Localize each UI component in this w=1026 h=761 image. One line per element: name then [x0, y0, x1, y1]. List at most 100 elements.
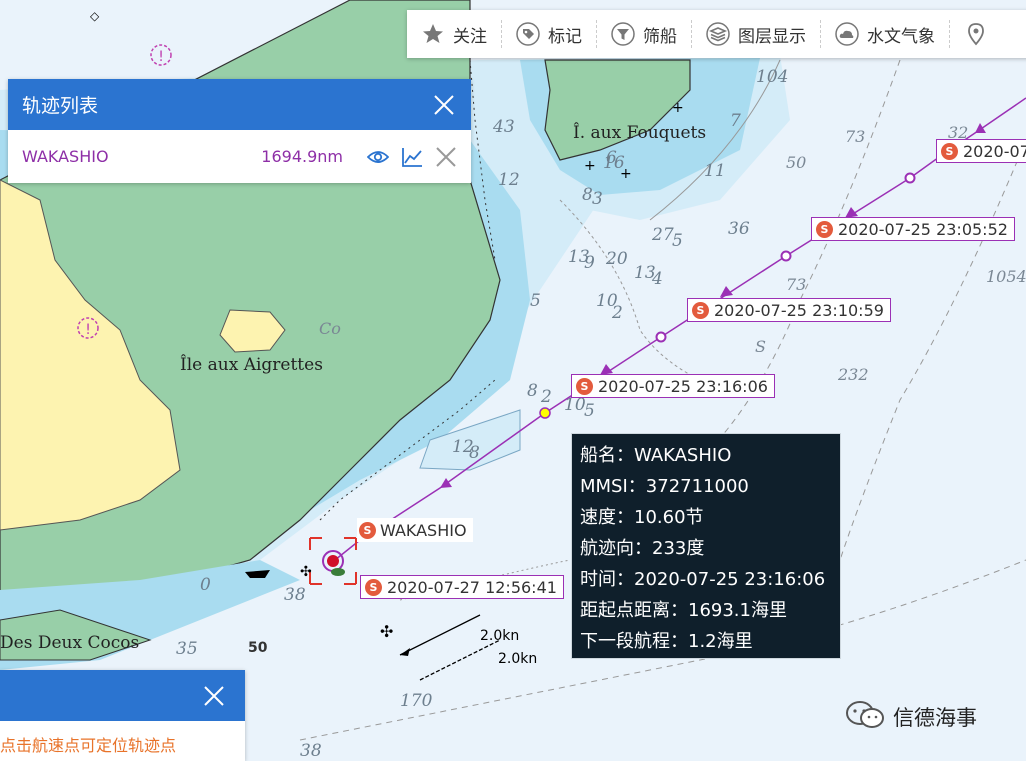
layers-icon [706, 22, 730, 46]
ship-icon: S [359, 521, 376, 539]
location-pin-icon [964, 22, 988, 46]
top-toolbar: 关注 标记 筛船 图层显示 水文气象 [407, 10, 1026, 58]
sounding: 0 [200, 575, 211, 595]
svg-text:!: ! [158, 49, 164, 65]
sounding: 2 [611, 303, 623, 323]
place-name-fouquets: Î. aux Fouquets [573, 122, 706, 143]
sounding: 50 [786, 153, 806, 172]
watermark: 信德海事 [845, 700, 977, 734]
speed-point-icon: S [941, 142, 958, 160]
sounding: 8 [469, 443, 480, 463]
speed-point-icon: S [365, 578, 382, 596]
close-icon[interactable] [433, 94, 455, 116]
track-time-label[interactable]: S 2020-07-25 23:05:52 [811, 217, 1015, 241]
sounding: 232 [837, 365, 869, 384]
sounding: 35 [176, 639, 198, 659]
track-distance: 1694.9nm [261, 147, 343, 166]
sounding: 5 [584, 401, 595, 421]
sounding: 5 [672, 231, 683, 251]
rock-icon: ◇ [90, 9, 100, 23]
tooltip-speed: 速度：10.60节 [580, 507, 704, 528]
track-list-item[interactable]: WAKASHIO 1694.9nm [8, 130, 471, 183]
sounding: 20 [605, 249, 628, 269]
ship-name-label[interactable]: S WAKASHIO [357, 518, 473, 542]
cloud-icon [835, 22, 859, 46]
track-list-title: 轨迹列表 [22, 95, 99, 117]
track-time-label[interactable]: S 2020-07-25 23:16:06 [571, 374, 775, 398]
sounding: 73 [786, 275, 806, 294]
sounding: 104 [756, 67, 788, 87]
speed-point-icon: S [692, 301, 709, 319]
toolbar-label: 筛船 [643, 26, 677, 47]
toolbar-label: 图层显示 [738, 26, 806, 47]
hint-panel-header [0, 670, 245, 721]
wechat-icon [845, 700, 885, 734]
current-speed-label: 2.0kn [498, 651, 537, 667]
depth-contour-label: 50 [248, 640, 268, 656]
track-list-header: 轨迹列表 [8, 79, 471, 130]
svg-text:!: ! [85, 322, 91, 338]
track-time-label[interactable]: S 2020-07 [936, 139, 1026, 163]
sounding: 38 [284, 585, 306, 605]
tag-icon [516, 22, 540, 46]
sounding: 10 [564, 395, 586, 415]
current-speed-label: 2.0kn [480, 628, 519, 644]
sounding: 8 [527, 381, 538, 401]
sounding: 5 [530, 291, 541, 311]
toolbar-location-button[interactable] [950, 20, 1010, 48]
tooltip-next-leg: 下一段航程：1.2海里 [580, 631, 753, 652]
close-icon[interactable] [435, 146, 457, 168]
sounding: 9 [584, 253, 595, 273]
sounding: S [755, 337, 766, 356]
toolbar-label: 标记 [548, 26, 582, 47]
place-name-aigrettes: Île aux Aigrettes [180, 354, 323, 375]
sounding: 7 [730, 111, 741, 131]
sounding: 1054 [986, 267, 1026, 286]
obstruction-icon: ✣ [380, 622, 393, 641]
track-list-panel: 轨迹列表 WAKASHIO 1694.9nm [8, 79, 471, 183]
toolbar-filter-button[interactable]: 筛船 [597, 20, 692, 48]
sounding: 27 [651, 225, 674, 245]
tooltip-mmsi: MMSI：372711000 [580, 476, 749, 497]
selected-track-point[interactable] [539, 407, 551, 419]
track-ship-name: WAKASHIO [22, 147, 109, 166]
sounding: Co [319, 319, 341, 338]
place-name-deux-cocos: Des Deux Cocos [0, 633, 139, 653]
track-point[interactable] [780, 250, 792, 262]
star-icon [421, 22, 445, 46]
track-point[interactable] [655, 331, 667, 343]
rock-icon: + [672, 100, 684, 116]
tooltip-time: 时间：2020-07-25 23:16:06 [580, 569, 826, 590]
toolbar-follow-button[interactable]: 关注 [407, 20, 502, 48]
sounding: 43 [492, 117, 515, 137]
sounding: 38 [300, 741, 322, 761]
sounding: 3 [592, 189, 603, 209]
rock-icon: + [620, 166, 632, 182]
rock-icon: + [584, 158, 596, 174]
hint-text: 点击航速点可定位轨迹点 [0, 736, 177, 755]
sounding: 11 [704, 161, 726, 181]
sounding: 36 [728, 219, 750, 239]
toolbar-layers-button[interactable]: 图层显示 [692, 20, 821, 48]
toolbar-label: 水文气象 [867, 26, 935, 47]
tooltip-course: 航迹向：233度 [580, 538, 705, 559]
sounding: 4 [651, 269, 663, 289]
toolbar-label: 关注 [453, 26, 487, 47]
sounding: 170 [400, 691, 433, 711]
eye-icon[interactable] [367, 146, 389, 168]
line-chart-icon[interactable] [401, 146, 423, 168]
sounding: 73 [845, 127, 865, 146]
hint-panel: 点击航速点可定位轨迹点 [0, 670, 245, 761]
tooltip-ship-name: 船名：WAKASHIO [580, 445, 732, 466]
obstruction-icon: ✣ [300, 564, 312, 580]
speed-point-icon: S [576, 377, 593, 395]
track-time-label[interactable]: S 2020-07-27 12:56:41 [360, 575, 564, 599]
track-time-label[interactable]: S 2020-07-25 23:10:59 [687, 298, 891, 322]
close-icon[interactable] [203, 685, 225, 707]
tooltip-distance-from-start: 距起点距离：1693.1海里 [580, 600, 787, 621]
filter-icon [611, 22, 635, 46]
track-point[interactable] [904, 172, 916, 184]
toolbar-mark-button[interactable]: 标记 [502, 20, 597, 48]
ship-info-tooltip: 船名：WAKASHIO MMSI：372711000 速度：10.60节 航迹向… [571, 433, 841, 659]
toolbar-weather-button[interactable]: 水文气象 [821, 20, 950, 48]
